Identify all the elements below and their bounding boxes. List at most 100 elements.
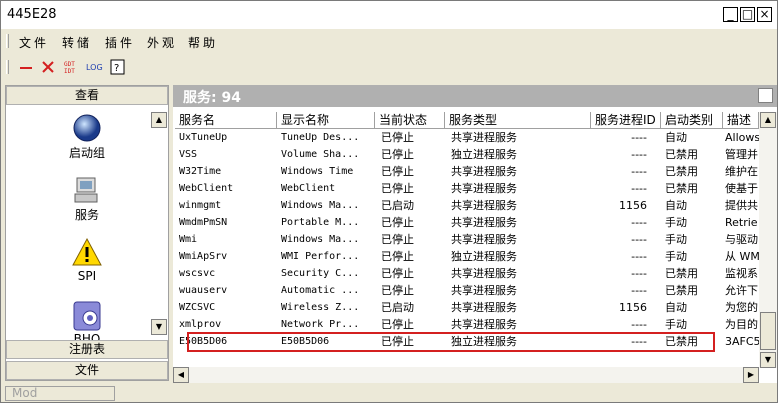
scroll-up-icon[interactable]: ▲ xyxy=(760,112,776,128)
table-cell: 已启动 xyxy=(381,199,414,212)
table-cell: WZCSVC xyxy=(179,302,216,313)
menu-bar: 文件 转储 插件 外观 帮助 xyxy=(1,30,777,52)
spi-warning-icon xyxy=(72,237,102,266)
table-row[interactable]: xmlprov Network Pr... 已停止 共享进程服务 ---- 手动 为目的 xyxy=(173,316,759,333)
toolbar-grip xyxy=(6,60,9,74)
table-row[interactable]: WZCSVC Wireless Z... 已启动 共享进程服务 1156 自动 为您的 xyxy=(173,299,759,316)
table-row[interactable]: wscsvc Security C... 已停止 共享进程服务 ---- 已禁用 监视系 xyxy=(173,265,759,282)
table-vertical-scrollbar[interactable]: ▲ ▼ xyxy=(759,112,777,368)
table-cell: Security C... xyxy=(281,268,360,279)
sidebar-header-registry[interactable]: 注册表 xyxy=(6,340,168,359)
window-title: 445E28 xyxy=(7,7,57,22)
menu-plugin[interactable]: 插件 xyxy=(105,34,135,51)
vertical-scroll-thumb[interactable] xyxy=(760,312,776,350)
sidebar-item-startup[interactable]: 启动组 xyxy=(6,112,168,161)
table-cell: 自动 xyxy=(665,131,687,144)
scroll-left-icon[interactable]: ◀ xyxy=(173,367,189,383)
menu-help[interactable]: 帮助 xyxy=(188,34,218,51)
menu-grip xyxy=(6,34,9,48)
table-row[interactable]: E50B5D06 E50B5D06 已停止 独立进程服务 ---- 已禁用 3AFC50 xyxy=(173,333,759,350)
table-row[interactable]: WebClient WebClient 已停止 共享进程服务 ---- 已禁用 使基于 xyxy=(173,180,759,197)
table-cell: E50B5D06 xyxy=(179,336,228,347)
column-header-pid[interactable]: 服务进程ID xyxy=(591,112,661,129)
close-window-button[interactable]: × xyxy=(757,7,772,22)
table-cell: WMI Perfor... xyxy=(281,251,360,262)
menu-appearance[interactable]: 外观 xyxy=(147,34,177,51)
sidebar-scrollbar[interactable]: ▲ ▼ xyxy=(150,106,168,340)
delete-icon[interactable] xyxy=(40,58,56,76)
table-cell: 允许下 xyxy=(725,284,758,297)
table-cell: 共享进程服务 xyxy=(451,301,517,314)
minimize-button[interactable]: _ xyxy=(723,7,738,22)
table-cell: ---- xyxy=(631,131,647,144)
table-cell: ---- xyxy=(631,165,647,178)
table-row[interactable]: wuauserv Automatic ... 已停止 共享进程服务 ---- 已禁用 允许下 xyxy=(173,282,759,299)
table-row[interactable]: winmgmt Windows Ma... 已启动 共享进程服务 1156 自动 提供共 xyxy=(173,197,759,214)
column-header-display-name[interactable]: 显示名称 xyxy=(277,112,375,129)
table-row[interactable]: Wmi Windows Ma... 已停止 共享进程服务 ---- 手动 与驱动 xyxy=(173,231,759,248)
table-cell: 从 WMI xyxy=(725,250,759,263)
column-header-service-name[interactable]: 服务名 xyxy=(175,112,277,129)
table-cell: 自动 xyxy=(665,199,687,212)
table-row[interactable]: W32Time Windows Time 已停止 共享进程服务 ---- 已禁用 维护在 xyxy=(173,163,759,180)
table-cell: 已停止 xyxy=(381,250,414,263)
sidebar-header-files[interactable]: 文件 xyxy=(6,361,168,380)
menu-dump[interactable]: 转储 xyxy=(62,34,92,51)
table-cell: Windows Time xyxy=(281,166,354,177)
sidebar-item-bho[interactable]: BHO xyxy=(6,300,168,340)
table-row[interactable]: UxTuneUp TuneUp Des... 已停止 共享进程服务 ---- 自动 Allo… xyxy=(173,129,759,146)
table-row[interactable]: VSS Volume Sha... 已停止 独立进程服务 ---- 已禁用 管理并 xyxy=(173,146,759,163)
table-cell: xmlprov xyxy=(179,319,222,330)
table-cell: 共享进程服务 xyxy=(451,199,517,212)
scroll-up-icon[interactable]: ▲ xyxy=(151,112,167,128)
menu-file[interactable]: 文件 xyxy=(19,34,49,51)
toolbar: GDT IDT LOG ? xyxy=(1,55,777,79)
status-panel: Mod xyxy=(5,386,115,401)
scroll-down-icon[interactable]: ▼ xyxy=(151,319,167,335)
table-cell: 独立进程服务 xyxy=(451,250,517,263)
table-cell: 与驱动 xyxy=(725,233,758,246)
table-cell: Allows xyxy=(725,131,759,144)
sidebar-item-label: 服务 xyxy=(74,208,99,222)
table-cell: 自动 xyxy=(665,301,687,314)
table-cell: 手动 xyxy=(665,233,687,246)
sidebar-item-services[interactable]: 服务 xyxy=(6,174,168,223)
table-cell: 已停止 xyxy=(381,165,414,178)
table-cell: WmdmPmSN xyxy=(179,217,228,228)
minus-icon[interactable] xyxy=(18,58,34,76)
table-row[interactable]: WmdmPmSN Portable M... 已停止 共享进程服务 ---- 手动 Retr… xyxy=(173,214,759,231)
table-cell: 管理并 xyxy=(725,148,758,161)
services-icon xyxy=(74,177,98,203)
table-cell: Windows Ma... xyxy=(281,234,360,245)
panel-options-icon[interactable] xyxy=(758,88,773,103)
scroll-down-icon[interactable]: ▼ xyxy=(760,352,776,368)
svg-text:GDT: GDT xyxy=(64,61,75,68)
table-cell: wscsvc xyxy=(179,268,216,279)
table-horizontal-scrollbar[interactable]: ◀ ▶ xyxy=(173,367,759,383)
sidebar-item-label: 启动组 xyxy=(68,146,105,160)
column-header-service-type[interactable]: 服务类型 xyxy=(445,112,591,129)
table-cell: 1156 xyxy=(619,301,647,314)
table-cell: Wmi xyxy=(179,234,198,245)
table-cell: 共享进程服务 xyxy=(451,182,517,195)
table-cell: 已禁用 xyxy=(665,267,698,280)
scroll-right-icon[interactable]: ▶ xyxy=(743,367,759,383)
table-cell: TuneUp Des... xyxy=(281,132,360,143)
table-cell: WmiApSrv xyxy=(179,251,228,262)
sidebar-item-spi[interactable]: SPI xyxy=(6,237,168,283)
gdt-idt-icon[interactable]: GDT IDT xyxy=(63,58,79,76)
column-header-start-type[interactable]: 启动类别 xyxy=(661,112,723,129)
svg-text:LOG: LOG xyxy=(86,63,103,72)
table-cell: Network Pr... xyxy=(281,319,360,330)
table-cell: ---- xyxy=(631,233,647,246)
table-cell: 已禁用 xyxy=(665,335,698,348)
sidebar-header-view[interactable]: 查看 xyxy=(6,86,168,105)
table-row[interactable]: WmiApSrv WMI Perfor... 已停止 独立进程服务 ---- 手动 从 WM… xyxy=(173,248,759,265)
table-cell: 已禁用 xyxy=(665,148,698,161)
log-icon[interactable]: LOG xyxy=(85,58,105,76)
column-header-status[interactable]: 当前状态 xyxy=(375,112,445,129)
maximize-button[interactable]: □ xyxy=(740,7,755,22)
table-cell: ---- xyxy=(631,250,647,263)
help-icon[interactable]: ? xyxy=(110,58,126,76)
column-header-description[interactable]: 描述 xyxy=(723,112,759,129)
